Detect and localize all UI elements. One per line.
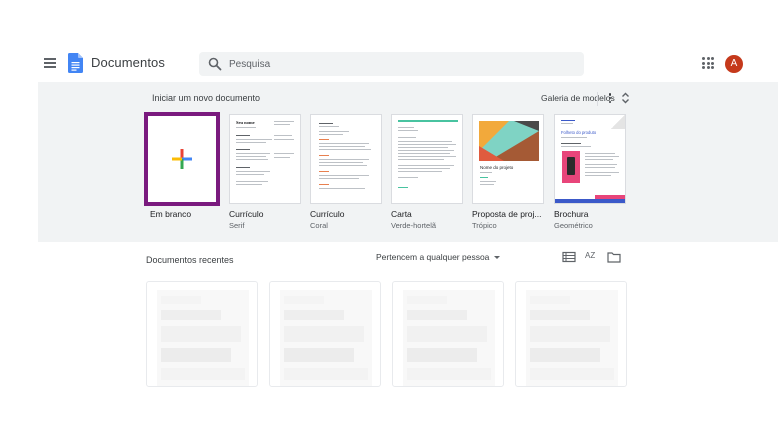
document-preview bbox=[280, 290, 372, 386]
template-project-proposal[interactable]: Nome do projeto Proposta de proj... Tróp… bbox=[472, 114, 544, 230]
template-thumbnail: Seu nome bbox=[229, 114, 301, 204]
templates-heading: Iniciar um novo documento bbox=[152, 93, 261, 103]
document-preview bbox=[526, 290, 618, 386]
template-style: Geométrico bbox=[554, 221, 593, 230]
more-options-icon[interactable] bbox=[597, 92, 614, 106]
thumb-title: Nome do projeto bbox=[480, 165, 514, 170]
template-name: Currículo bbox=[310, 209, 345, 219]
template-thumbnail: Nome do projeto bbox=[472, 114, 544, 204]
template-style: Serif bbox=[229, 221, 245, 230]
search-bar[interactable] bbox=[199, 52, 584, 76]
template-panel: Iniciar um novo documento Galeria de mod… bbox=[38, 82, 778, 242]
owner-filter-label: Pertencem a qualquer pessoa bbox=[376, 252, 490, 262]
plus-icon bbox=[172, 149, 192, 169]
caret-down-icon bbox=[494, 255, 501, 259]
template-thumbnail: Folheto do produto bbox=[554, 114, 626, 204]
recent-document-card[interactable] bbox=[146, 281, 258, 387]
template-style: Verde-hortelã bbox=[391, 221, 437, 230]
template-style: Coral bbox=[310, 221, 328, 230]
recent-document-card[interactable] bbox=[269, 281, 381, 387]
google-apps-icon[interactable] bbox=[702, 57, 714, 69]
folder-icon[interactable] bbox=[607, 251, 621, 263]
template-style: Trópico bbox=[472, 221, 497, 230]
template-blank[interactable]: Em branco bbox=[144, 112, 220, 219]
template-brochure[interactable]: Folheto do produto Brochura Geométrico bbox=[554, 114, 626, 230]
sort-az-label: AZ bbox=[585, 251, 596, 260]
template-thumbnail bbox=[310, 114, 382, 204]
template-resume-serif[interactable]: Seu nome Currículo Serif bbox=[229, 114, 301, 230]
template-letter-mint[interactable]: Carta Verde-hortelã bbox=[391, 114, 463, 230]
search-input[interactable] bbox=[229, 56, 569, 72]
sort-az-icon[interactable]: AZ bbox=[585, 251, 601, 263]
template-thumbnail bbox=[391, 114, 463, 204]
recent-documents-heading: Documentos recentes bbox=[146, 255, 234, 265]
template-name: Proposta de proj... bbox=[472, 209, 542, 219]
docs-logo-icon[interactable] bbox=[68, 53, 83, 73]
top-bar: Documentos A bbox=[0, 46, 782, 82]
list-view-icon[interactable] bbox=[562, 251, 576, 263]
app-title[interactable]: Documentos bbox=[91, 55, 165, 70]
thumb-title: Folheto do produto bbox=[561, 130, 597, 135]
owner-filter-dropdown[interactable]: Pertencem a qualquer pessoa bbox=[376, 252, 501, 262]
template-gallery-label: Galeria de modelos bbox=[541, 93, 615, 103]
template-name: Brochura bbox=[554, 209, 589, 219]
thumb-title: Seu nome bbox=[236, 120, 255, 125]
unfold-icon bbox=[621, 92, 629, 104]
template-name: Currículo bbox=[229, 209, 264, 219]
recent-document-card[interactable] bbox=[515, 281, 627, 387]
template-resume-coral[interactable]: Currículo Coral bbox=[310, 114, 382, 230]
main-menu-icon[interactable] bbox=[41, 55, 59, 73]
search-icon[interactable] bbox=[208, 57, 222, 71]
template-thumbnail bbox=[144, 112, 220, 206]
document-preview bbox=[157, 290, 249, 386]
template-name: Carta bbox=[391, 209, 412, 219]
template-gallery-button[interactable]: Galeria de modelos bbox=[541, 90, 630, 106]
template-name: Em branco bbox=[150, 209, 192, 219]
recent-document-card[interactable] bbox=[392, 281, 504, 387]
proposal-artwork bbox=[479, 121, 539, 161]
account-avatar[interactable]: A bbox=[725, 55, 743, 73]
document-preview bbox=[403, 290, 495, 386]
